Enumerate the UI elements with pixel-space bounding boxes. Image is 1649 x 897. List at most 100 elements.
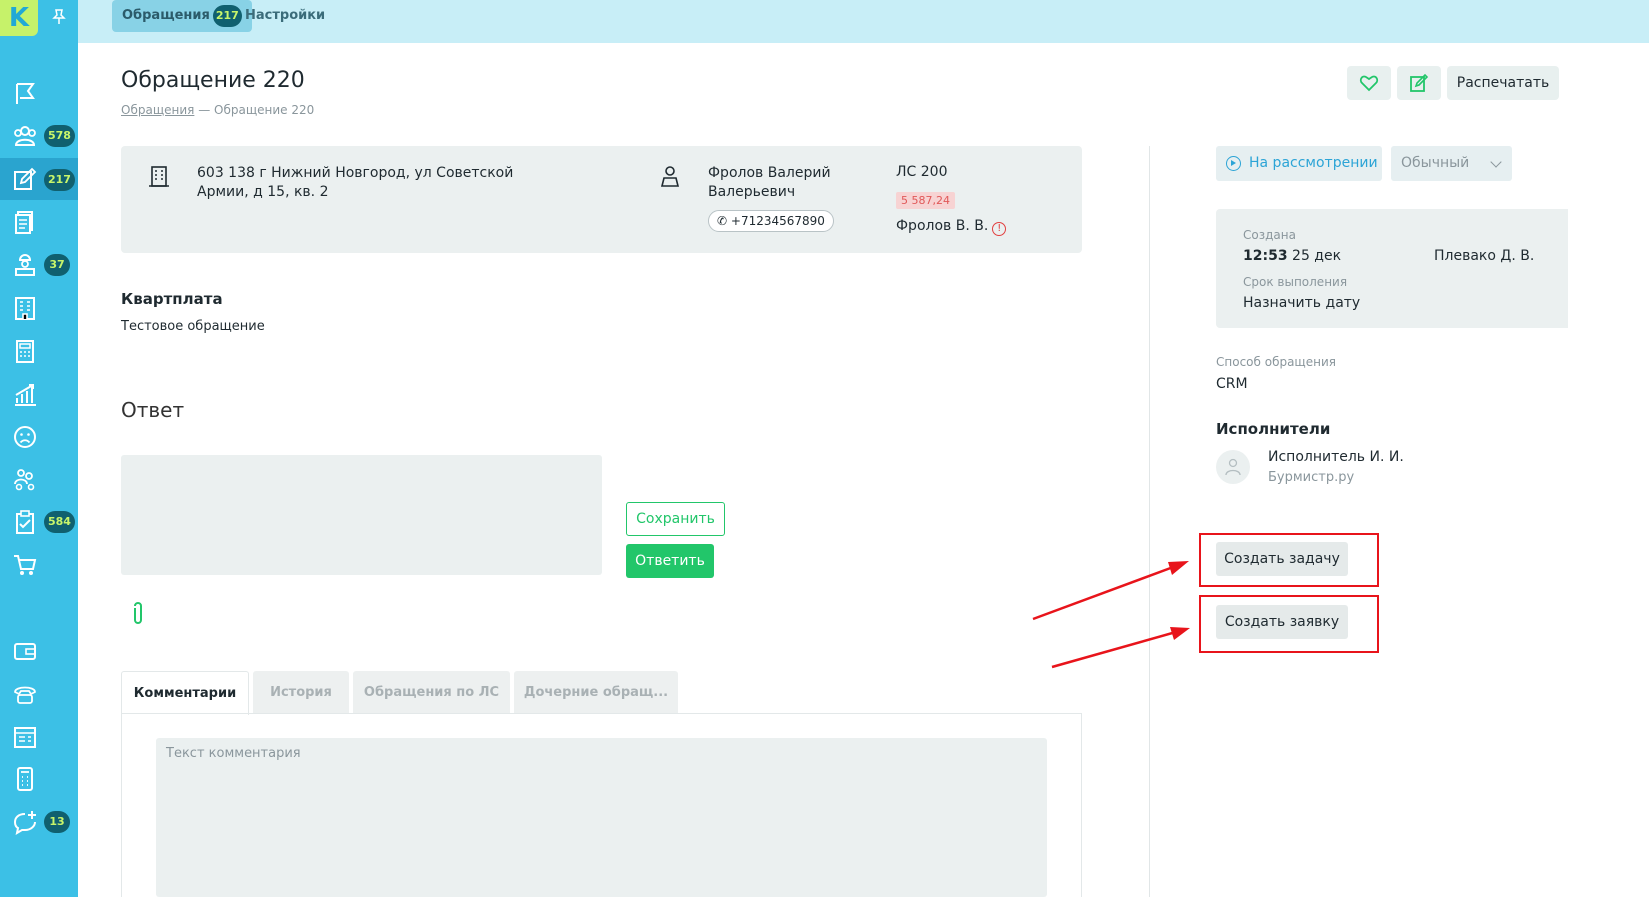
app-logo[interactable]: K bbox=[0, 0, 38, 36]
reply-button[interactable]: Ответить bbox=[626, 544, 714, 578]
warning-icon: ! bbox=[992, 222, 1007, 236]
channel-value: CRM bbox=[1216, 376, 1248, 392]
channel-label: Способ обращения bbox=[1216, 355, 1336, 369]
nav-reports[interactable] bbox=[0, 715, 78, 757]
edit-button[interactable] bbox=[1397, 66, 1441, 100]
nav-documents[interactable] bbox=[0, 200, 78, 242]
pin-icon[interactable] bbox=[50, 8, 68, 26]
attachment-icon[interactable] bbox=[128, 600, 148, 628]
nav-calls[interactable] bbox=[0, 672, 78, 714]
nav-complaints[interactable] bbox=[0, 415, 78, 457]
worker-icon bbox=[15, 254, 35, 276]
executors-title: Исполнители bbox=[1216, 420, 1331, 438]
answer-input[interactable] bbox=[121, 455, 602, 575]
executor-name[interactable]: Исполнитель И. И. bbox=[1268, 449, 1404, 465]
breadcrumb: Обращения — Обращение 220 bbox=[121, 103, 314, 117]
deadline-link[interactable]: Назначить дату bbox=[1243, 295, 1360, 311]
account-holder: Фролов В. В.! bbox=[896, 218, 1007, 236]
request-description: Тестовое обращение bbox=[121, 319, 265, 334]
annotation-arrowhead-task bbox=[1168, 561, 1189, 575]
phone-icon bbox=[14, 686, 36, 704]
created-label: Создана bbox=[1243, 228, 1296, 242]
nav-team[interactable] bbox=[0, 458, 78, 500]
nav-shop[interactable] bbox=[0, 543, 78, 585]
annotation-arrowhead-request bbox=[1170, 627, 1190, 640]
building-icon bbox=[15, 297, 35, 320]
nav-flag[interactable] bbox=[0, 72, 78, 114]
nav-calculator[interactable] bbox=[0, 329, 78, 371]
tab-comments[interactable]: Комментарии bbox=[121, 671, 249, 715]
user-icon bbox=[1225, 458, 1241, 476]
edit-document-icon bbox=[14, 167, 37, 190]
answer-title: Ответ bbox=[121, 398, 185, 422]
nav-analytics[interactable] bbox=[0, 372, 78, 414]
cart-icon bbox=[14, 555, 37, 575]
created-time: 12:53 bbox=[1243, 248, 1288, 264]
nav-badge-tasks: 584 bbox=[44, 511, 75, 533]
table-icon bbox=[14, 727, 36, 748]
account-holder-name: Фролов В. В. bbox=[896, 218, 989, 234]
phone-icon: ✆ bbox=[717, 214, 728, 228]
nav-tasks[interactable]: 584 bbox=[0, 500, 78, 542]
priority-label: Обычный bbox=[1401, 155, 1470, 171]
created-by: Плевако Д. В. bbox=[1434, 248, 1535, 264]
nav-wallet[interactable] bbox=[0, 629, 78, 671]
building-icon bbox=[149, 166, 169, 187]
status-label: На рассмотрении bbox=[1249, 155, 1378, 171]
debt-badge: 5 587,24 bbox=[896, 192, 955, 209]
nav-requests[interactable]: 217 bbox=[0, 158, 78, 200]
nav-inspectors[interactable]: 37 bbox=[0, 243, 78, 285]
tab-child-requests[interactable]: Дочерние обращ... bbox=[514, 671, 678, 714]
team-icon bbox=[14, 469, 35, 491]
tab-history[interactable]: История bbox=[253, 671, 349, 714]
sidebar: K 578 217 37 584 13 bbox=[0, 0, 78, 897]
person-icon bbox=[660, 166, 680, 187]
address-text: 603 138 г Нижний Новгород, ул Советской … bbox=[197, 165, 514, 200]
created-datetime: 12:53 25 дек bbox=[1243, 248, 1341, 264]
breadcrumb-current: Обращение 220 bbox=[214, 103, 315, 117]
print-button[interactable]: Распечатать bbox=[1447, 66, 1559, 100]
breadcrumb-parent-link[interactable]: Обращения bbox=[121, 103, 194, 117]
nav-chat[interactable]: 13 bbox=[0, 800, 78, 842]
top-tab-requests-label: Обращения bbox=[122, 8, 210, 23]
save-button[interactable]: Сохранить bbox=[626, 502, 725, 536]
phone-chip[interactable]: ✆ +71234567890 bbox=[708, 210, 834, 232]
nav-buildings[interactable] bbox=[0, 286, 78, 328]
comment-input[interactable] bbox=[156, 738, 1047, 897]
tab-account-requests[interactable]: Обращения по ЛС bbox=[353, 671, 510, 714]
nav-devices[interactable] bbox=[0, 757, 78, 799]
meter-icon bbox=[17, 767, 33, 791]
chart-icon bbox=[15, 384, 36, 406]
status-dropdown[interactable]: На рассмотрении bbox=[1216, 146, 1382, 181]
edit-icon bbox=[1410, 73, 1429, 92]
annotation-arrow-request bbox=[1051, 630, 1177, 669]
documents-icon bbox=[15, 211, 33, 234]
account-number[interactable]: ЛС 200 bbox=[896, 164, 947, 180]
heart-icon bbox=[1359, 75, 1379, 92]
top-tab-requests[interactable]: Обращения 217 bbox=[112, 0, 252, 32]
column-divider bbox=[1149, 146, 1150, 897]
priority-dropdown[interactable]: Обычный bbox=[1391, 146, 1512, 181]
users-icon bbox=[14, 126, 36, 146]
nav-badge-residents: 578 bbox=[44, 125, 75, 147]
avatar bbox=[1216, 450, 1250, 484]
nav-badge-chat: 13 bbox=[44, 811, 70, 833]
top-tab-settings-label: Настройки bbox=[245, 8, 326, 23]
deadline-label: Срок выполения bbox=[1243, 275, 1348, 289]
owner-name[interactable]: Фролов Валерий Валерьевич bbox=[708, 164, 848, 202]
top-tab-settings[interactable]: Настройки bbox=[235, 0, 335, 32]
highlight-box-request bbox=[1199, 595, 1379, 653]
sad-face-icon bbox=[14, 426, 36, 448]
calculator-icon bbox=[16, 340, 34, 363]
flag-icon bbox=[16, 83, 35, 104]
request-category: Квартплата bbox=[121, 290, 223, 308]
resident-info-card: 603 138 г Нижний Новгород, ул Советской … bbox=[121, 146, 1082, 253]
page-title: Обращение 220 bbox=[121, 68, 305, 93]
chat-add-icon bbox=[13, 811, 36, 835]
top-bar: Обращения 217 Настройки bbox=[78, 0, 1649, 43]
nav-residents[interactable]: 578 bbox=[0, 114, 78, 156]
favorite-button[interactable] bbox=[1347, 66, 1391, 100]
highlight-box-task bbox=[1199, 533, 1379, 587]
nav-badge-inspectors: 37 bbox=[44, 254, 70, 276]
created-date: 25 дек bbox=[1292, 248, 1342, 264]
